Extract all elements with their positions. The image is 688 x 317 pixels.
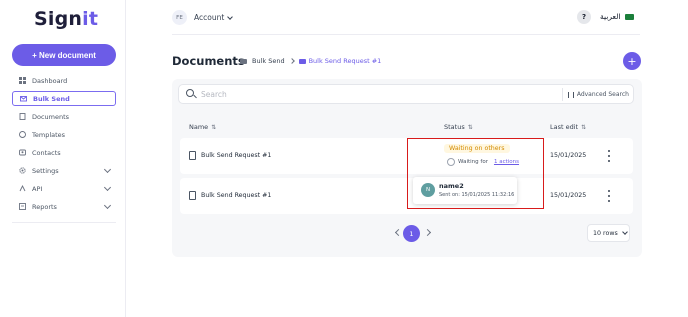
sidebar-divider [12,222,116,223]
account-menu[interactable]: Account [194,13,234,22]
reports-icon [19,203,26,210]
grid-icon [19,77,26,84]
column-header-label: Last edit [550,123,579,131]
breadcrumb-item-current[interactable]: Bulk Send Request #1 [298,57,382,65]
sidebar-item-settings[interactable]: Settings [12,163,116,178]
row-document-name[interactable]: Bulk Send Request #1 [201,192,271,199]
envelopes-icon [20,95,27,102]
page-number-button[interactable]: 1 [403,225,420,242]
chevron-down-icon [103,201,112,210]
sort-icon: ⇅ [467,123,473,131]
sort-icon: ⇅ [211,123,217,131]
template-icon [19,131,26,138]
chevron-down-icon [227,13,234,20]
sidebar-item-reports[interactable]: Reports [12,199,116,214]
sidebar-item-label: API [32,184,43,193]
sidebar: Signit + New document Dashboard Bulk Sen… [0,0,126,317]
row-last-edit: 15/01/2025 [550,152,587,159]
sidebar-item-label: Dashboard [32,76,68,85]
sidebar-item-contacts[interactable]: Contacts [12,145,116,160]
sidebar-item-dashboard[interactable]: Dashboard [12,73,116,88]
more-actions-icon[interactable] [606,150,612,162]
column-header-name[interactable]: Name ⇅ [189,123,216,131]
row-document-name[interactable]: Bulk Send Request #1 [201,152,271,159]
row-last-edit: 15/01/2025 [550,192,587,199]
account-label: Account [194,13,225,22]
help-button[interactable]: ? [577,10,591,24]
header-divider [172,34,640,35]
flag-icon [624,13,634,20]
contacts-icon [19,149,26,156]
sidebar-item-api[interactable]: API [12,181,116,196]
sidebar-item-label: Templates [32,130,66,139]
breadcrumb-current-label: Bulk Send Request #1 [308,57,382,65]
advanced-search-label: Advanced Search [576,91,629,98]
more-actions-icon[interactable] [606,190,612,202]
breadcrumb-item-bulk-send[interactable]: Bulk Send [252,57,285,65]
envelopes-icon [240,58,247,64]
chevron-down-icon [621,229,628,235]
avatar[interactable]: FE [172,10,187,25]
envelopes-icon [298,58,306,64]
documents-icon [19,113,26,120]
top-bar: FE Account ? العربية [172,8,640,28]
breadcrumb: Bulk Send Bulk Send Request #1 [240,57,381,65]
search-input[interactable] [201,88,531,101]
search-bar: Advanced Search [178,84,634,104]
sidebar-item-label: Contacts [32,148,61,157]
sidebar-item-templates[interactable]: Templates [12,127,116,142]
language-switch[interactable]: العربية [600,12,634,21]
sidebar-item-label: Reports [32,202,57,211]
add-button[interactable]: + [623,52,641,70]
rows-per-page-value: 10 rows [593,229,618,237]
sidebar-item-documents[interactable]: Documents [12,109,116,124]
sidebar-item-bulk-send[interactable]: Bulk Send [12,91,116,106]
document-icon [189,151,196,160]
gear-icon [19,167,26,174]
logo-text: Sign [34,8,83,30]
column-header-label: Name [189,123,209,131]
rows-per-page-select[interactable]: 10 rows [587,224,630,242]
sidebar-item-label: Bulk Send [33,94,70,103]
chevron-down-icon [103,183,112,192]
new-document-button[interactable]: + New document [12,44,116,66]
column-header-status[interactable]: Status ⇅ [444,123,473,131]
sidebar-item-label: Settings [32,166,59,175]
signit-logo[interactable]: Signit [34,8,98,30]
column-header-label: Status [444,123,465,131]
chevron-down-icon [103,165,112,174]
sliders-icon [567,91,574,98]
page-title: Documents [172,54,245,68]
column-header-last-edit[interactable]: Last edit ⇅ [550,123,586,131]
advanced-search-button[interactable]: Advanced Search [561,88,629,101]
logo-accent-text: it [82,8,99,30]
api-icon [19,184,26,192]
document-icon [189,191,196,200]
search-icon [186,89,194,97]
language-label: العربية [600,12,621,21]
sort-icon: ⇅ [581,123,587,131]
chevron-right-icon [288,58,295,64]
highlight-box [407,138,544,209]
sidebar-item-label: Documents [32,112,70,121]
